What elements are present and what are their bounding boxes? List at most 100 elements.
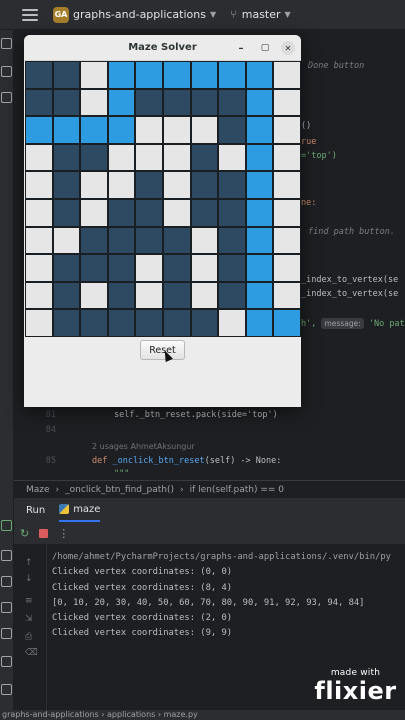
maze-cell-wall[interactable]: [135, 88, 163, 117]
maze-cell-open[interactable]: [218, 143, 246, 172]
maze-cell-wall[interactable]: [162, 254, 191, 282]
maze-cell-wall[interactable]: [135, 226, 163, 255]
trash-icon[interactable]: ⌫: [25, 648, 38, 658]
more-options-icon[interactable]: ⋮: [58, 527, 69, 540]
run-icon[interactable]: [1, 520, 12, 531]
close-button[interactable]: ✕: [281, 41, 295, 55]
git-icon[interactable]: [1, 684, 12, 695]
chevron-down-icon[interactable]: ▼: [285, 10, 291, 19]
maze-cell-wall[interactable]: [52, 281, 81, 310]
maze-cell-wall[interactable]: [80, 143, 108, 172]
maze-cell-wall[interactable]: [218, 254, 246, 282]
maze-cell-path[interactable]: [107, 88, 136, 117]
maze-cell-wall[interactable]: [52, 61, 81, 89]
maze-cell-wall[interactable]: [135, 171, 163, 199]
maze-cell-wall[interactable]: [25, 61, 53, 89]
maze-cell-wall[interactable]: [218, 88, 246, 117]
maze-cell-path[interactable]: [52, 116, 81, 144]
maze-cell-open[interactable]: [107, 143, 136, 172]
maze-cell-wall[interactable]: [135, 309, 163, 337]
maze-cell-path[interactable]: [245, 88, 274, 117]
maximize-button[interactable]: ▢: [258, 41, 272, 55]
maze-cell-open[interactable]: [25, 281, 53, 310]
maze-cell-open[interactable]: [162, 198, 191, 227]
folder-icon[interactable]: [1, 38, 12, 49]
maze-cell-path[interactable]: [245, 226, 274, 255]
maze-cell-open[interactable]: [273, 116, 301, 144]
maze-cell-open[interactable]: [162, 171, 191, 199]
maze-cell-wall[interactable]: [218, 281, 246, 310]
maze-grid[interactable]: [25, 61, 301, 337]
python-console-icon[interactable]: [1, 550, 12, 561]
maze-cell-open[interactable]: [218, 309, 246, 337]
maze-cell-open[interactable]: [273, 143, 301, 172]
status-item[interactable]: graphs-and-applications: [2, 710, 99, 719]
maze-cell-wall[interactable]: [162, 309, 191, 337]
maze-cell-path[interactable]: [245, 309, 274, 337]
window-titlebar[interactable]: Maze Solver – ▢ ✕: [24, 35, 301, 61]
maze-cell-wall[interactable]: [190, 143, 219, 172]
maze-cell-path[interactable]: [245, 171, 274, 199]
maze-cell-wall[interactable]: [107, 226, 136, 255]
maze-cell-path[interactable]: [245, 254, 274, 282]
maze-cell-open[interactable]: [80, 281, 108, 310]
terminal-icon[interactable]: [1, 628, 12, 639]
maze-cell-open[interactable]: [162, 116, 191, 144]
structure-icon[interactable]: [1, 92, 12, 103]
status-item[interactable]: maze.py: [164, 710, 198, 719]
maze-cell-wall[interactable]: [162, 226, 191, 255]
maze-cell-wall[interactable]: [52, 254, 81, 282]
maze-cell-open[interactable]: [273, 226, 301, 255]
maze-cell-open[interactable]: [135, 254, 163, 282]
maze-cell-wall[interactable]: [52, 309, 81, 337]
maze-cell-open[interactable]: [25, 226, 53, 255]
maze-cell-path[interactable]: [273, 309, 301, 337]
maze-cell-path[interactable]: [190, 61, 219, 89]
maze-cell-wall[interactable]: [218, 116, 246, 144]
project-selector[interactable]: graphs-and-applications: [73, 8, 206, 21]
breadcrumb-item[interactable]: if len(self.path) == 0: [190, 485, 284, 495]
maze-cell-open[interactable]: [190, 254, 219, 282]
maze-cell-open[interactable]: [135, 116, 163, 144]
stop-icon[interactable]: [39, 528, 49, 538]
maze-cell-wall[interactable]: [52, 198, 81, 227]
maze-cell-path[interactable]: [135, 61, 163, 89]
maze-cell-wall[interactable]: [25, 88, 53, 117]
run-config-tab[interactable]: maze: [59, 498, 101, 522]
maze-cell-open[interactable]: [25, 198, 53, 227]
maze-cell-open[interactable]: [80, 198, 108, 227]
usages-hint[interactable]: 2 usages AhmetAksungur: [92, 440, 195, 453]
maze-cell-open[interactable]: [135, 281, 163, 310]
maze-cell-path[interactable]: [107, 61, 136, 89]
maze-cell-wall[interactable]: [218, 198, 246, 227]
layers-icon[interactable]: [1, 576, 12, 587]
maze-cell-path[interactable]: [80, 116, 108, 144]
maze-cell-wall[interactable]: [190, 88, 219, 117]
maze-cell-open[interactable]: [162, 143, 191, 172]
chevron-down-icon[interactable]: ▼: [210, 10, 216, 19]
maze-cell-wall[interactable]: [107, 254, 136, 282]
maze-cell-wall[interactable]: [52, 171, 81, 199]
maze-cell-wall[interactable]: [107, 281, 136, 310]
maze-cell-wall[interactable]: [190, 171, 219, 199]
problems-icon[interactable]: [1, 656, 12, 667]
commit-icon[interactable]: [1, 66, 12, 77]
hamburger-menu-icon[interactable]: [22, 8, 38, 21]
maze-cell-open[interactable]: [80, 171, 108, 199]
maze-cell-open[interactable]: [273, 198, 301, 227]
maze-cell-wall[interactable]: [162, 281, 191, 310]
maze-cell-path[interactable]: [218, 61, 246, 89]
maze-cell-path[interactable]: [245, 281, 274, 310]
maze-cell-wall[interactable]: [52, 88, 81, 117]
maze-cell-open[interactable]: [190, 281, 219, 310]
maze-cell-open[interactable]: [273, 61, 301, 89]
maze-cell-path[interactable]: [107, 116, 136, 144]
maze-cell-open[interactable]: [25, 143, 53, 172]
scroll-down-icon[interactable]: ↓: [25, 574, 33, 584]
maze-cell-open[interactable]: [80, 61, 108, 89]
maze-cell-open[interactable]: [190, 116, 219, 144]
maze-cell-open[interactable]: [80, 88, 108, 117]
minimize-button[interactable]: –: [234, 41, 248, 55]
maze-cell-wall[interactable]: [162, 88, 191, 117]
services-icon[interactable]: [1, 602, 12, 613]
